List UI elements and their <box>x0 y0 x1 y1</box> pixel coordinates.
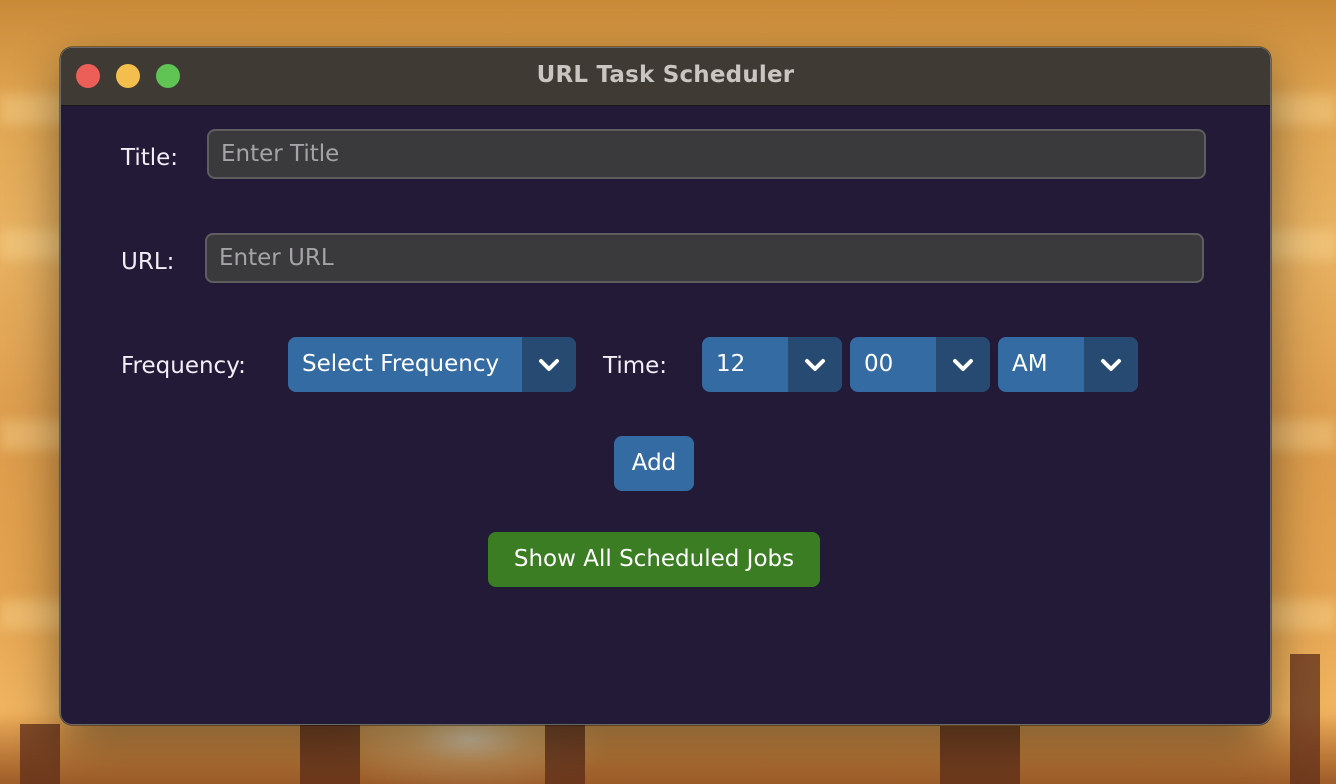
wallpaper-tower <box>545 722 585 784</box>
show-all-scheduled-jobs-button[interactable]: Show All Scheduled Jobs <box>488 532 820 587</box>
title-bar[interactable]: URL Task Scheduler <box>61 48 1270 106</box>
wallpaper-tower <box>1290 654 1320 784</box>
wallpaper-tower <box>20 724 60 784</box>
ampm-selected-value: AM <box>1012 351 1048 377</box>
url-input[interactable] <box>205 233 1204 283</box>
minute-selected-value: 00 <box>864 351 894 377</box>
window-title: URL Task Scheduler <box>536 62 795 88</box>
chevron-down-icon[interactable] <box>936 337 990 392</box>
hour-selected-value: 12 <box>716 351 746 377</box>
add-button[interactable]: Add <box>614 436 694 491</box>
frequency-select[interactable]: Select Frequency <box>288 337 576 392</box>
ampm-select[interactable]: AM <box>998 337 1138 392</box>
app-window: URL Task Scheduler Title: URL: Frequency… <box>60 47 1271 725</box>
wallpaper-tower <box>940 726 1020 784</box>
hour-select[interactable]: 12 <box>702 337 842 392</box>
chevron-down-icon[interactable] <box>1084 337 1138 392</box>
frequency-label: Frequency: <box>121 353 246 379</box>
time-label: Time: <box>603 353 668 379</box>
url-label: URL: <box>121 249 175 275</box>
title-input[interactable] <box>207 129 1206 179</box>
frequency-selected-value: Select Frequency <box>302 351 500 377</box>
title-label: Title: <box>121 145 179 171</box>
minute-select[interactable]: 00 <box>850 337 990 392</box>
chevron-down-icon[interactable] <box>522 337 576 392</box>
chevron-down-icon[interactable] <box>788 337 842 392</box>
